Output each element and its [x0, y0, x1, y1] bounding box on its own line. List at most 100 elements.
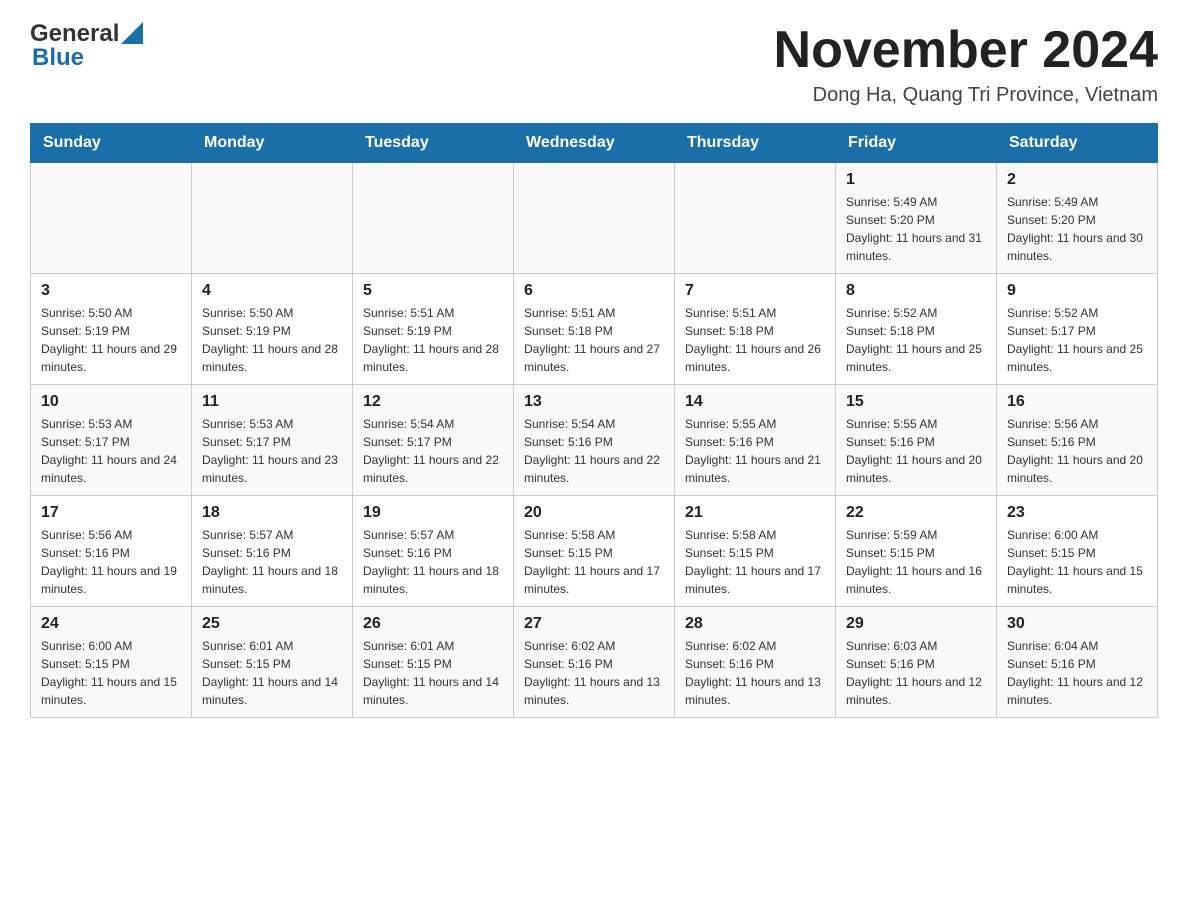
- day-info: Sunrise: 6:02 AM Sunset: 5:16 PM Dayligh…: [524, 637, 664, 709]
- day-number: 22: [846, 504, 986, 522]
- day-info: Sunrise: 5:55 AM Sunset: 5:16 PM Dayligh…: [685, 415, 825, 487]
- table-row: 3 Sunrise: 5:50 AM Sunset: 5:19 PM Daylig…: [31, 274, 192, 385]
- day-number: 12: [363, 393, 503, 411]
- day-info: Sunrise: 5:54 AM Sunset: 5:16 PM Dayligh…: [524, 415, 664, 487]
- calendar-week-row: 17 Sunrise: 5:56 AM Sunset: 5:16 PM Dayli…: [31, 496, 1158, 607]
- table-row: 12 Sunrise: 5:54 AM Sunset: 5:17 PM Dayli…: [353, 385, 514, 496]
- day-number: 1: [846, 171, 986, 189]
- day-number: 5: [363, 282, 503, 300]
- day-info: Sunrise: 5:53 AM Sunset: 5:17 PM Dayligh…: [41, 415, 181, 487]
- day-info: Sunrise: 5:49 AM Sunset: 5:20 PM Dayligh…: [1007, 193, 1147, 265]
- table-row: 1 Sunrise: 5:49 AM Sunset: 5:20 PM Daylig…: [836, 163, 997, 274]
- day-info: Sunrise: 6:00 AM Sunset: 5:15 PM Dayligh…: [1007, 526, 1147, 598]
- table-row: 20 Sunrise: 5:58 AM Sunset: 5:15 PM Dayli…: [514, 496, 675, 607]
- day-info: Sunrise: 5:52 AM Sunset: 5:17 PM Dayligh…: [1007, 304, 1147, 376]
- day-number: 10: [41, 393, 181, 411]
- table-row: 15Sunrise: 5:55 AM Sunset: 5:16 PM Dayli…: [836, 385, 997, 496]
- table-row: 9 Sunrise: 5:52 AM Sunset: 5:17 PM Daylig…: [997, 274, 1158, 385]
- calendar-table: Sunday Monday Tuesday Wednesday Thursday…: [30, 123, 1158, 718]
- calendar-week-row: 1 Sunrise: 5:49 AM Sunset: 5:20 PM Daylig…: [31, 163, 1158, 274]
- table-row: 8Sunrise: 5:52 AM Sunset: 5:18 PM Daylig…: [836, 274, 997, 385]
- day-info: Sunrise: 5:57 AM Sunset: 5:16 PM Dayligh…: [363, 526, 503, 598]
- day-number: 11: [202, 393, 342, 411]
- table-row: 22 Sunrise: 5:59 AM Sunset: 5:15 PM Dayli…: [836, 496, 997, 607]
- table-row: [353, 163, 514, 274]
- day-info: Sunrise: 5:58 AM Sunset: 5:15 PM Dayligh…: [685, 526, 825, 598]
- page-title: November 2024: [774, 20, 1158, 80]
- col-saturday: Saturday: [997, 124, 1158, 163]
- table-row: 13 Sunrise: 5:54 AM Sunset: 5:16 PM Dayli…: [514, 385, 675, 496]
- table-row: 27 Sunrise: 6:02 AM Sunset: 5:16 PM Dayli…: [514, 607, 675, 718]
- day-number: 27: [524, 615, 664, 633]
- day-info: Sunrise: 5:51 AM Sunset: 5:18 PM Dayligh…: [685, 304, 825, 376]
- day-number: 9: [1007, 282, 1147, 300]
- table-row: 18Sunrise: 5:57 AM Sunset: 5:16 PM Dayli…: [192, 496, 353, 607]
- col-thursday: Thursday: [675, 124, 836, 163]
- day-info: Sunrise: 6:01 AM Sunset: 5:15 PM Dayligh…: [363, 637, 503, 709]
- table-row: 26Sunrise: 6:01 AM Sunset: 5:15 PM Dayli…: [353, 607, 514, 718]
- logo-blue-text: Blue: [32, 44, 84, 72]
- day-number: 17: [41, 504, 181, 522]
- day-info: Sunrise: 5:50 AM Sunset: 5:19 PM Dayligh…: [41, 304, 181, 376]
- day-number: 15: [846, 393, 986, 411]
- calendar-header-row: Sunday Monday Tuesday Wednesday Thursday…: [31, 124, 1158, 163]
- table-row: [192, 163, 353, 274]
- table-row: [675, 163, 836, 274]
- day-number: 16: [1007, 393, 1147, 411]
- day-number: 24: [41, 615, 181, 633]
- table-row: 7Sunrise: 5:51 AM Sunset: 5:18 PM Daylig…: [675, 274, 836, 385]
- day-number: 14: [685, 393, 825, 411]
- day-number: 30: [1007, 615, 1147, 633]
- table-row: 30 Sunrise: 6:04 AM Sunset: 5:16 PM Dayli…: [997, 607, 1158, 718]
- table-row: 25 Sunrise: 6:01 AM Sunset: 5:15 PM Dayli…: [192, 607, 353, 718]
- day-number: 28: [685, 615, 825, 633]
- page-header: General Blue November 2024 Dong Ha, Quan…: [30, 20, 1158, 107]
- day-info: Sunrise: 6:01 AM Sunset: 5:15 PM Dayligh…: [202, 637, 342, 709]
- table-row: 16 Sunrise: 5:56 AM Sunset: 5:16 PM Dayli…: [997, 385, 1158, 496]
- day-info: Sunrise: 5:51 AM Sunset: 5:18 PM Dayligh…: [524, 304, 664, 376]
- table-row: 14 Sunrise: 5:55 AM Sunset: 5:16 PM Dayli…: [675, 385, 836, 496]
- day-info: Sunrise: 5:54 AM Sunset: 5:17 PM Dayligh…: [363, 415, 503, 487]
- day-number: 29: [846, 615, 986, 633]
- table-row: 2 Sunrise: 5:49 AM Sunset: 5:20 PM Daylig…: [997, 163, 1158, 274]
- col-wednesday: Wednesday: [514, 124, 675, 163]
- day-number: 20: [524, 504, 664, 522]
- day-info: Sunrise: 6:04 AM Sunset: 5:16 PM Dayligh…: [1007, 637, 1147, 709]
- day-info: Sunrise: 6:03 AM Sunset: 5:16 PM Dayligh…: [846, 637, 986, 709]
- day-info: Sunrise: 5:56 AM Sunset: 5:16 PM Dayligh…: [1007, 415, 1147, 487]
- col-tuesday: Tuesday: [353, 124, 514, 163]
- table-row: 23 Sunrise: 6:00 AM Sunset: 5:15 PM Dayli…: [997, 496, 1158, 607]
- calendar-week-row: 3 Sunrise: 5:50 AM Sunset: 5:19 PM Daylig…: [31, 274, 1158, 385]
- table-row: 19 Sunrise: 5:57 AM Sunset: 5:16 PM Dayli…: [353, 496, 514, 607]
- table-row: 29 Sunrise: 6:03 AM Sunset: 5:16 PM Dayli…: [836, 607, 997, 718]
- title-section: November 2024 Dong Ha, Quang Tri Provinc…: [774, 20, 1158, 107]
- table-row: 21 Sunrise: 5:58 AM Sunset: 5:15 PM Dayli…: [675, 496, 836, 607]
- col-monday: Monday: [192, 124, 353, 163]
- day-info: Sunrise: 5:49 AM Sunset: 5:20 PM Dayligh…: [846, 193, 986, 265]
- table-row: 17 Sunrise: 5:56 AM Sunset: 5:16 PM Dayli…: [31, 496, 192, 607]
- day-number: 21: [685, 504, 825, 522]
- day-number: 25: [202, 615, 342, 633]
- day-info: Sunrise: 5:52 AM Sunset: 5:18 PM Dayligh…: [846, 304, 986, 376]
- calendar-week-row: 10 Sunrise: 5:53 AM Sunset: 5:17 PM Dayli…: [31, 385, 1158, 496]
- day-info: Sunrise: 5:59 AM Sunset: 5:15 PM Dayligh…: [846, 526, 986, 598]
- day-info: Sunrise: 5:53 AM Sunset: 5:17 PM Dayligh…: [202, 415, 342, 487]
- day-number: 13: [524, 393, 664, 411]
- logo-triangle-icon: [121, 22, 143, 44]
- day-number: 2: [1007, 171, 1147, 189]
- day-info: Sunrise: 5:56 AM Sunset: 5:16 PM Dayligh…: [41, 526, 181, 598]
- day-number: 6: [524, 282, 664, 300]
- day-info: Sunrise: 6:02 AM Sunset: 5:16 PM Dayligh…: [685, 637, 825, 709]
- day-number: 23: [1007, 504, 1147, 522]
- table-row: 24 Sunrise: 6:00 AM Sunset: 5:15 PM Dayli…: [31, 607, 192, 718]
- table-row: [31, 163, 192, 274]
- day-number: 3: [41, 282, 181, 300]
- day-info: Sunrise: 5:57 AM Sunset: 5:16 PM Dayligh…: [202, 526, 342, 598]
- day-number: 4: [202, 282, 342, 300]
- day-info: Sunrise: 6:00 AM Sunset: 5:15 PM Dayligh…: [41, 637, 181, 709]
- day-info: Sunrise: 5:58 AM Sunset: 5:15 PM Dayligh…: [524, 526, 664, 598]
- logo: General Blue: [30, 20, 143, 72]
- table-row: 28 Sunrise: 6:02 AM Sunset: 5:16 PM Dayli…: [675, 607, 836, 718]
- day-number: 19: [363, 504, 503, 522]
- col-friday: Friday: [836, 124, 997, 163]
